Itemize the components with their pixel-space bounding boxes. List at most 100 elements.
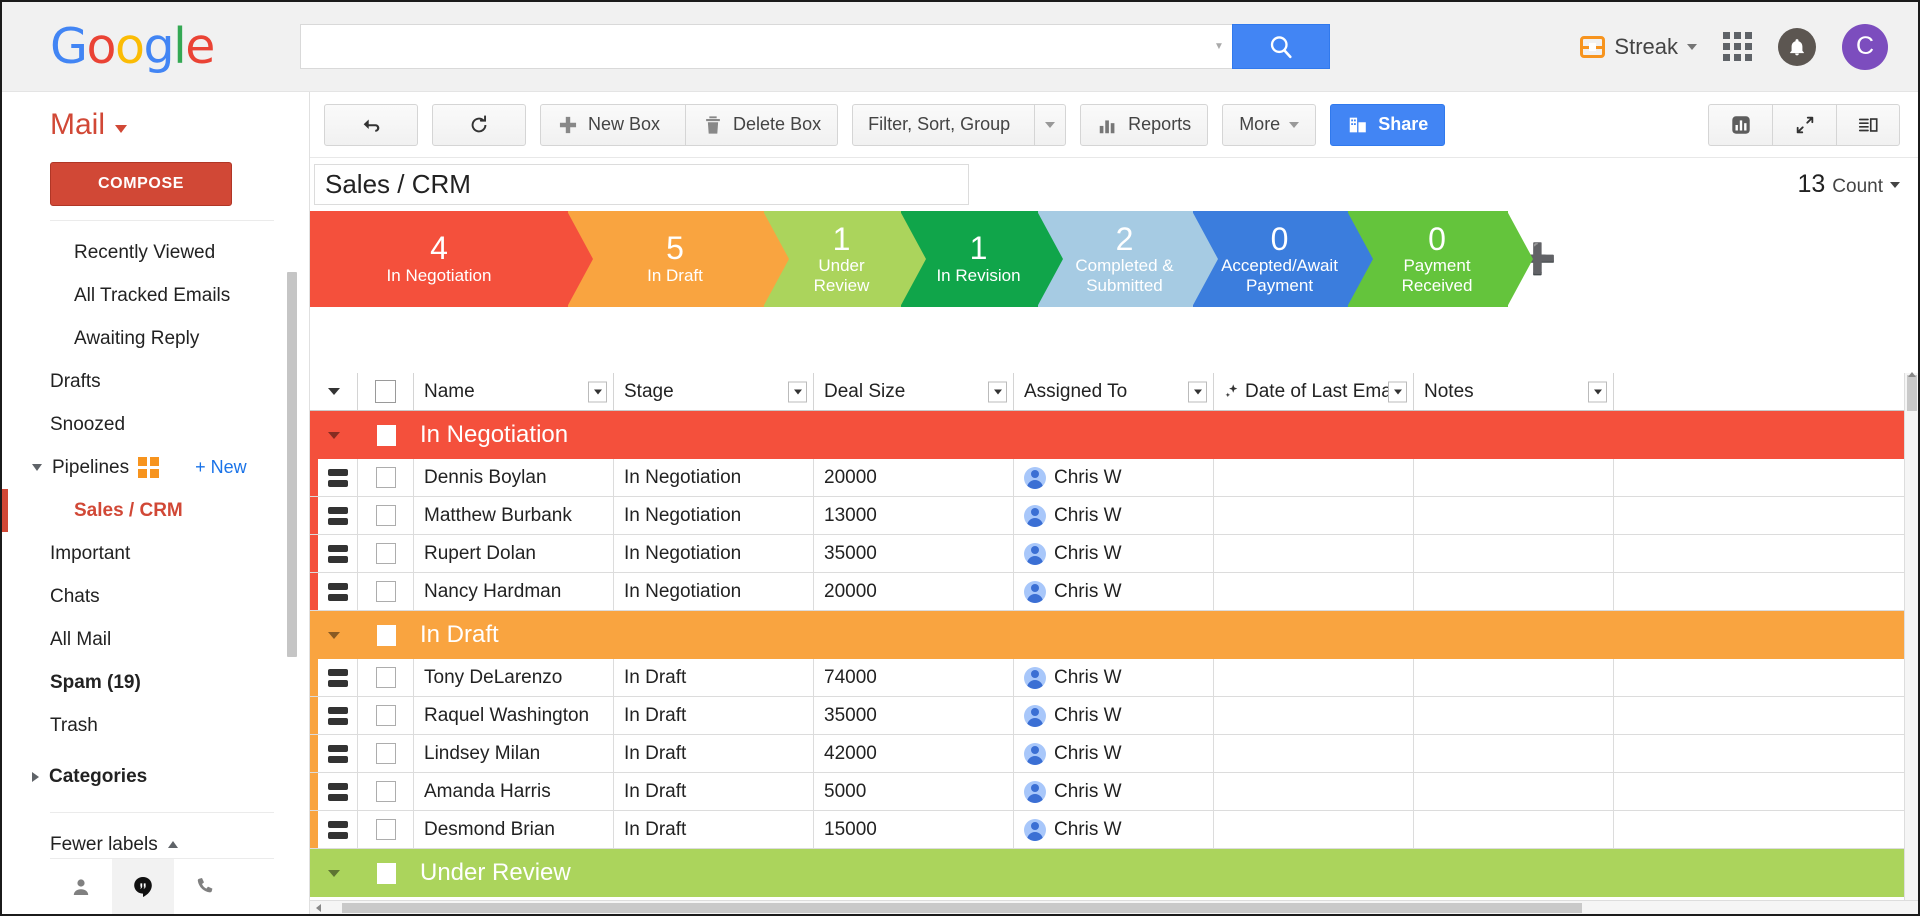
cell-date-of-last-email[interactable] (1214, 773, 1414, 810)
search-options-caret-icon[interactable]: ▼ (1206, 41, 1232, 52)
cell-date-of-last-email[interactable] (1214, 697, 1414, 734)
search-button[interactable] (1232, 24, 1330, 69)
cell-deal-size[interactable]: 15000 (814, 811, 1014, 848)
cell-deal-size[interactable]: 13000 (814, 497, 1014, 534)
row-checkbox[interactable] (358, 497, 414, 534)
table-group-header[interactable]: In Draft (310, 611, 1918, 659)
new-pipeline-link[interactable]: + New (195, 457, 247, 478)
cell-notes[interactable] (1414, 535, 1614, 572)
cell-stage[interactable]: In Draft (614, 697, 814, 734)
header-select-all[interactable] (358, 373, 414, 410)
cell-deal-size[interactable]: 42000 (814, 735, 1014, 772)
cell-notes[interactable] (1414, 773, 1614, 810)
sidebar-item-drafts[interactable]: Drafts (2, 360, 309, 403)
table-column-header[interactable]: Deal Size (814, 373, 1014, 410)
sidebar-item-sales-crm[interactable]: Sales / CRM (2, 489, 309, 532)
column-menu-button[interactable] (788, 381, 807, 402)
table-row[interactable]: Amanda Harris In Draft 5000 Chris W (310, 773, 1918, 811)
cell-date-of-last-email[interactable] (1214, 811, 1414, 848)
group-collapse-toggle[interactable] (310, 431, 358, 439)
back-button[interactable] (324, 103, 418, 146)
reports-button[interactable]: Reports (1080, 103, 1209, 146)
column-menu-button[interactable] (588, 381, 607, 402)
pipeline-count[interactable]: 13 Count (1797, 170, 1900, 199)
open-box-button[interactable] (318, 735, 358, 772)
open-box-button[interactable] (318, 497, 358, 534)
table-row[interactable]: Rupert Dolan In Negotiation 35000 Chris W (310, 535, 1918, 573)
cell-assigned-to[interactable]: Chris W (1014, 735, 1214, 772)
open-box-button[interactable] (318, 573, 358, 610)
apps-grid-icon[interactable] (1723, 32, 1752, 61)
expand-button[interactable] (1772, 103, 1836, 146)
scroll-left-arrow-icon[interactable] (310, 903, 326, 912)
filter-dropdown-arrow[interactable] (1034, 104, 1065, 145)
cell-assigned-to[interactable]: Chris W (1014, 535, 1214, 572)
compose-button[interactable]: COMPOSE (50, 162, 232, 206)
cell-date-of-last-email[interactable] (1214, 459, 1414, 496)
cell-name[interactable]: Amanda Harris (414, 773, 614, 810)
sidebar-item-spam[interactable]: Spam (19) (2, 661, 309, 704)
cell-stage[interactable]: In Negotiation (614, 497, 814, 534)
open-box-button[interactable] (318, 535, 358, 572)
vertical-scrollbar[interactable] (1904, 372, 1918, 900)
cell-stage[interactable]: In Draft (614, 659, 814, 696)
table-group-header[interactable]: Under Review (310, 849, 1918, 897)
sidebar-item-recently-viewed[interactable]: Recently Viewed (2, 231, 309, 274)
table-column-header[interactable]: Assigned To (1014, 373, 1214, 410)
column-menu-button[interactable] (988, 381, 1007, 402)
row-checkbox[interactable] (358, 573, 414, 610)
cell-notes[interactable] (1414, 497, 1614, 534)
new-box-button[interactable]: New Box (541, 105, 676, 145)
cell-assigned-to[interactable]: Chris W (1014, 459, 1214, 496)
sidebar-scrollbar[interactable] (287, 272, 297, 657)
cell-deal-size[interactable]: 35000 (814, 535, 1014, 572)
table-group-header[interactable]: In Negotiation (310, 411, 1918, 459)
row-checkbox[interactable] (358, 459, 414, 496)
scroll-up-arrow-icon[interactable] (1908, 372, 1916, 377)
row-checkbox[interactable] (358, 697, 414, 734)
group-checkbox[interactable] (358, 862, 414, 884)
cell-deal-size[interactable]: 74000 (814, 659, 1014, 696)
avatar[interactable]: C (1842, 23, 1888, 70)
table-row[interactable]: Desmond Brian In Draft 15000 Chris W (310, 811, 1918, 849)
cell-assigned-to[interactable]: Chris W (1014, 811, 1214, 848)
open-box-button[interactable] (318, 697, 358, 734)
open-box-button[interactable] (318, 659, 358, 696)
table-row[interactable]: Nancy Hardman In Negotiation 20000 Chris W (310, 573, 1918, 611)
cell-date-of-last-email[interactable] (1214, 573, 1414, 610)
split-view-button[interactable] (1836, 103, 1900, 146)
cell-deal-size[interactable]: 20000 (814, 459, 1014, 496)
cell-name[interactable]: Tony DeLarenzo (414, 659, 614, 696)
sidebar-item-all-mail[interactable]: All Mail (2, 618, 309, 661)
column-menu-button[interactable] (1188, 381, 1207, 402)
cell-stage[interactable]: In Negotiation (614, 459, 814, 496)
phone-button[interactable] (174, 859, 236, 915)
cell-name[interactable]: Matthew Burbank (414, 497, 614, 534)
streak-menu[interactable]: Streak (1580, 34, 1697, 60)
table-row[interactable]: Matthew Burbank In Negotiation 13000 Chris … (310, 497, 1918, 535)
cell-notes[interactable] (1414, 811, 1614, 848)
column-menu-button[interactable] (1388, 381, 1407, 402)
table-row[interactable]: Dennis Boylan In Negotiation 20000 Chris W (310, 459, 1918, 497)
group-checkbox[interactable] (358, 624, 414, 646)
cell-date-of-last-email[interactable] (1214, 735, 1414, 772)
open-box-button[interactable] (318, 773, 358, 810)
filter-sort-group-button[interactable]: Filter, Sort, Group (852, 103, 1067, 146)
contacts-button[interactable] (50, 859, 112, 915)
delete-box-button[interactable]: Delete Box (685, 104, 837, 145)
cell-stage[interactable]: In Draft (614, 773, 814, 810)
row-checkbox[interactable] (358, 773, 414, 810)
table-column-header[interactable]: Stage (614, 373, 814, 410)
cell-deal-size[interactable]: 20000 (814, 573, 1014, 610)
column-menu-button[interactable] (1588, 381, 1607, 402)
refresh-button[interactable] (432, 103, 526, 146)
open-box-button[interactable] (318, 811, 358, 848)
horizontal-scroll-thumb[interactable] (342, 902, 1582, 913)
row-checkbox[interactable] (358, 735, 414, 772)
cell-assigned-to[interactable]: Chris W (1014, 773, 1214, 810)
cell-assigned-to[interactable]: Chris W (1014, 697, 1214, 734)
table-row[interactable]: Lindsey Milan In Draft 42000 Chris W (310, 735, 1918, 773)
horizontal-scrollbar[interactable] (310, 900, 1918, 914)
sidebar-item-snoozed[interactable]: Snoozed (2, 403, 309, 446)
cell-notes[interactable] (1414, 659, 1614, 696)
